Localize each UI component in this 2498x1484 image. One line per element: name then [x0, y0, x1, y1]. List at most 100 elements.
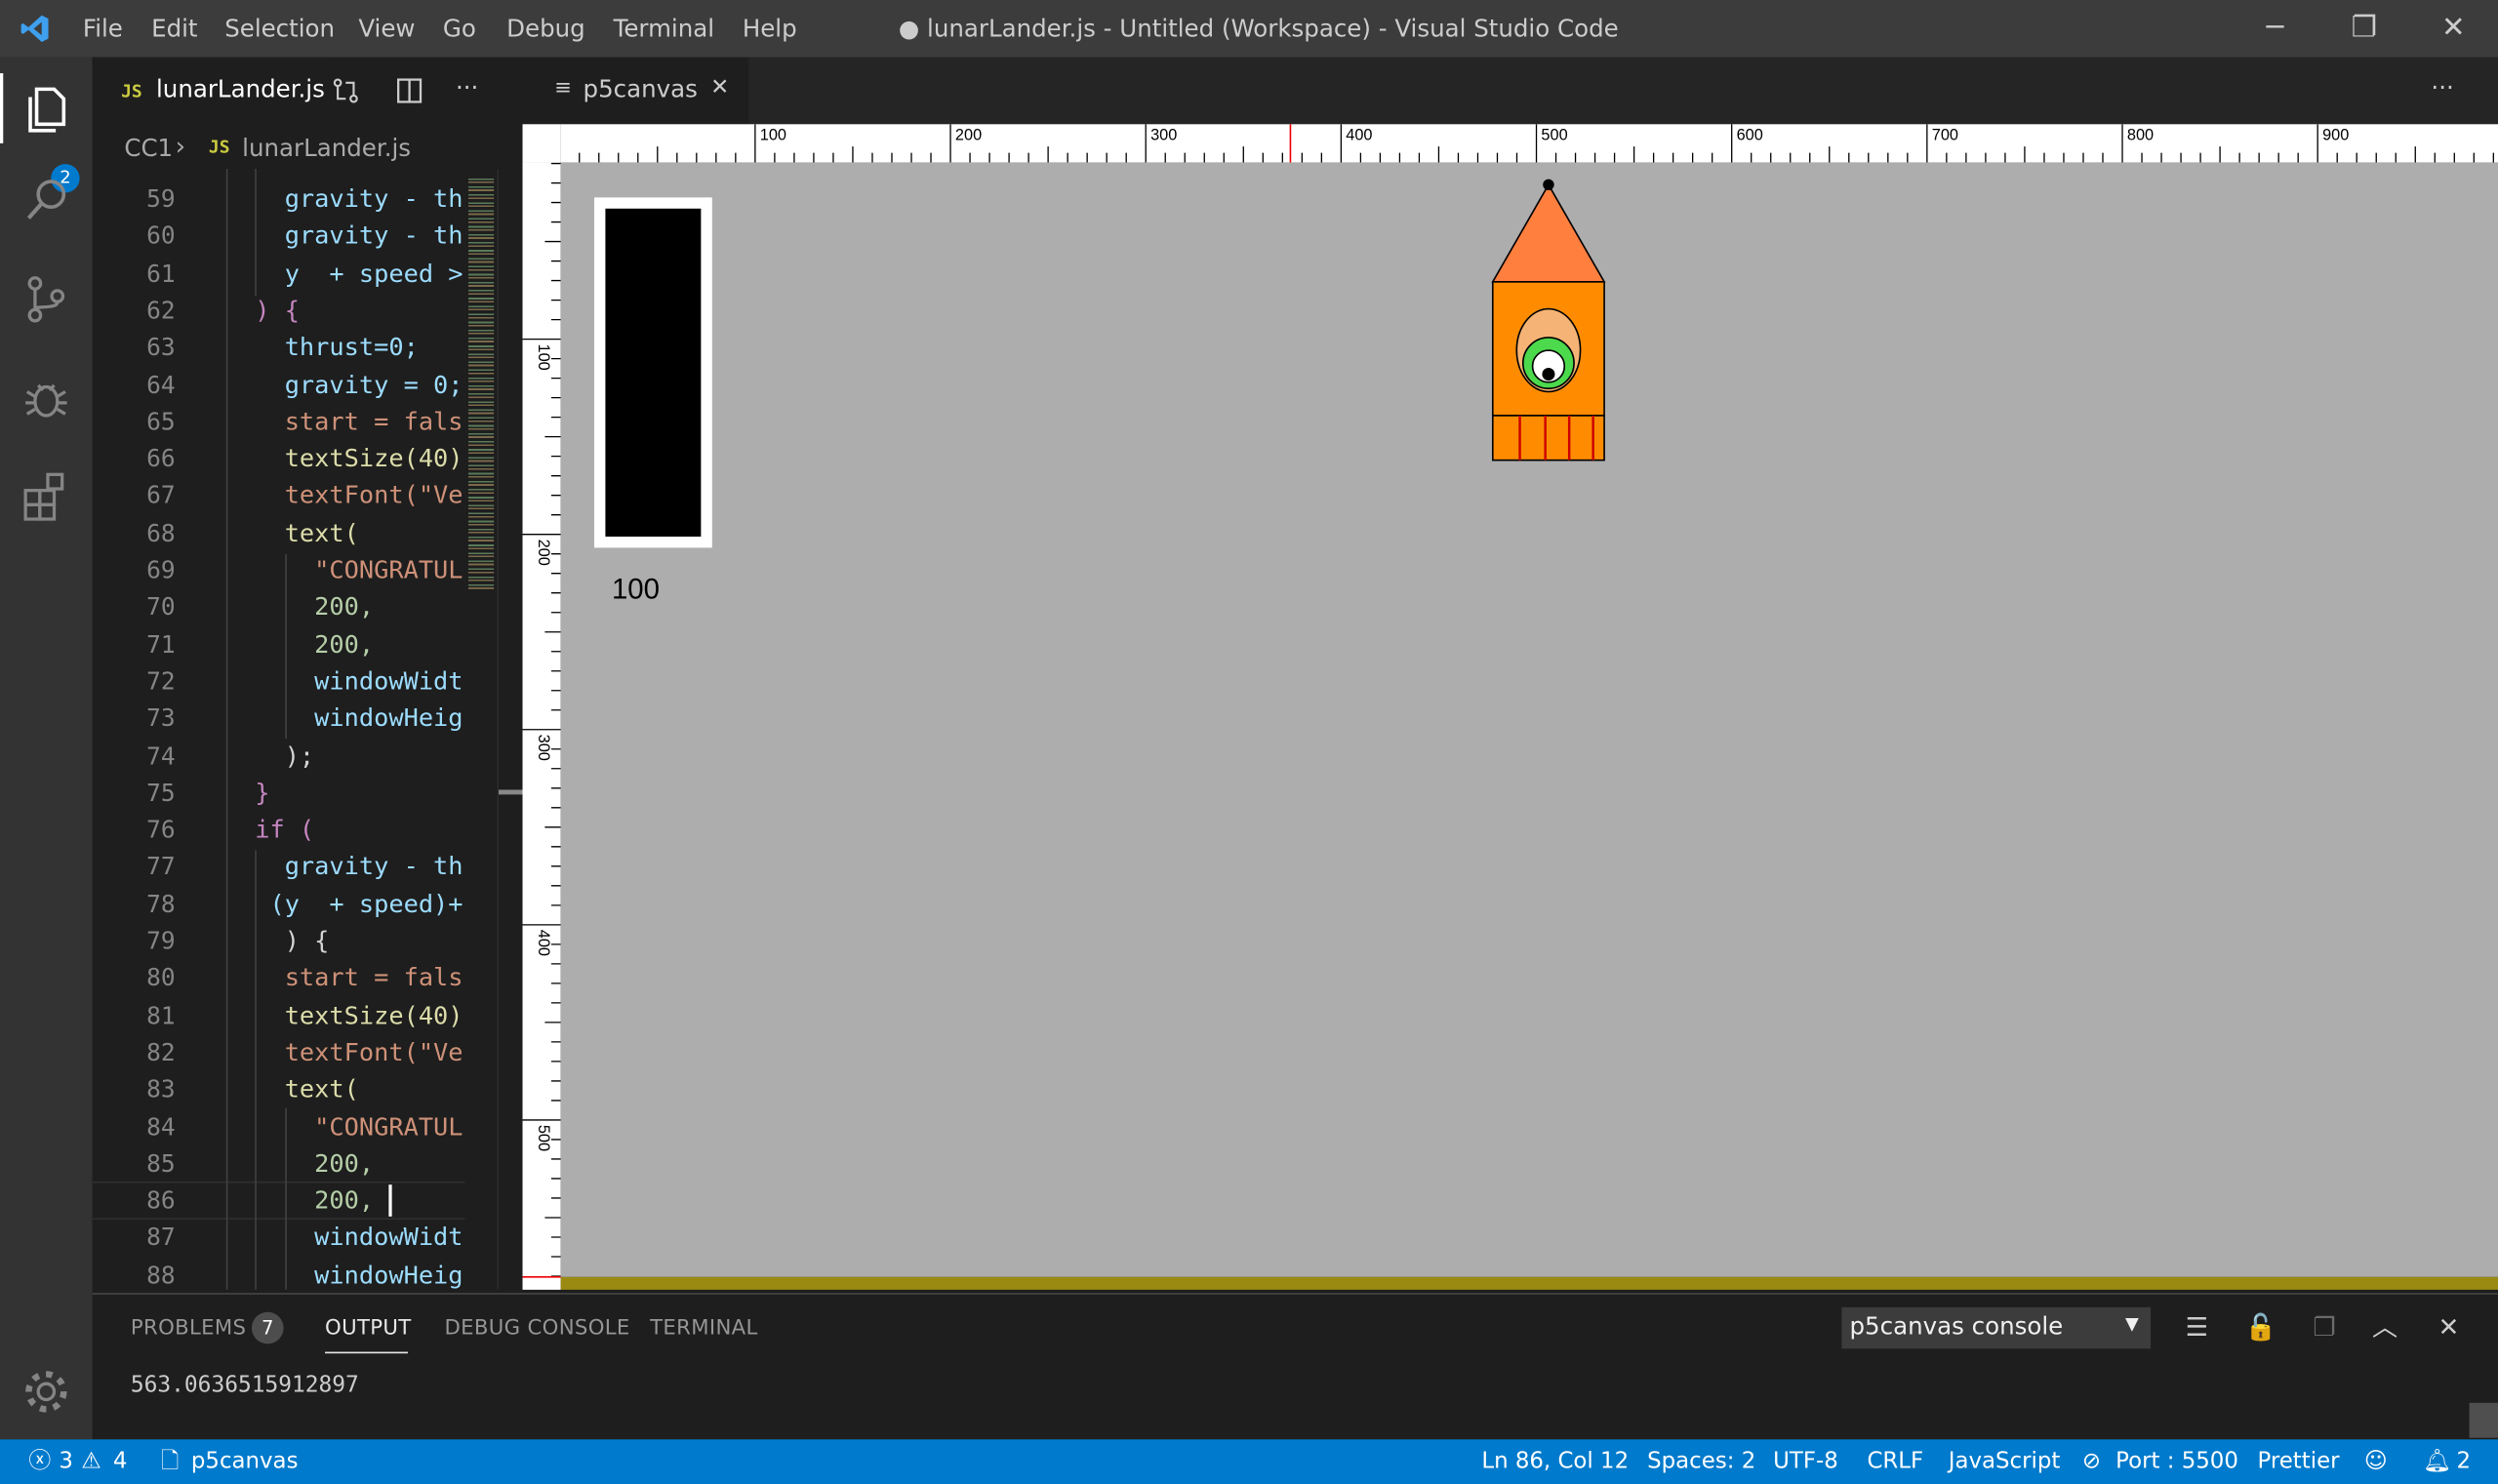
more-actions-button[interactable]: ··· — [456, 73, 478, 101]
end-of-line[interactable]: CRLF — [1867, 1439, 1923, 1484]
breadcrumb-file[interactable]: lunarLander.js — [242, 134, 411, 162]
chevron-right-icon: › — [175, 130, 186, 161]
more-actions-button[interactable]: ··· — [2431, 73, 2453, 101]
lander-antenna — [1543, 179, 1554, 191]
restore-button[interactable]: ❐ — [2327, 0, 2400, 58]
line-number: 81 — [146, 1000, 176, 1030]
code-line: gravity - th — [255, 221, 463, 251]
ruler-label: 100 — [760, 127, 786, 144]
js-file-icon: JS — [121, 81, 142, 102]
panel-scrollbar-thumb[interactable] — [2469, 1402, 2498, 1438]
output-text: 563.0636515912897 — [130, 1372, 359, 1398]
preview-icon: ≡ — [554, 76, 572, 100]
maximize-panel-icon[interactable]: ︿ — [2364, 1307, 2405, 1348]
feedback-smiley-icon[interactable]: ☺ — [2364, 1439, 2388, 1484]
debug-icon[interactable] — [15, 366, 78, 429]
encoding[interactable]: UTF-8 — [1773, 1439, 1838, 1484]
warnings-icon[interactable]: ⚠ — [81, 1439, 101, 1484]
extensions-icon[interactable] — [15, 465, 78, 529]
tab-terminal[interactable]: TERMINAL — [650, 1317, 758, 1341]
tab-debug-console[interactable]: DEBUG CONSOLE — [445, 1317, 630, 1341]
warnings-count[interactable]: 4 — [113, 1439, 128, 1484]
line-number: 75 — [146, 778, 176, 808]
breadcrumb-folder[interactable]: CC1 — [124, 134, 173, 162]
menu-debug[interactable]: Debug — [506, 0, 585, 58]
open-changes-icon[interactable] — [332, 76, 360, 104]
port-icon[interactable]: ⊘ — [2082, 1439, 2101, 1484]
tab-close-button[interactable]: ✕ — [710, 75, 729, 100]
code-line: gravity - th — [255, 184, 463, 214]
lunar-lander — [1491, 179, 1606, 461]
code-line: 200, — [255, 592, 375, 622]
files-icon[interactable] — [15, 76, 78, 140]
menu-file[interactable]: File — [83, 0, 123, 58]
scrollbar-thumb[interactable] — [499, 789, 525, 795]
tab-label: p5canvas — [583, 74, 698, 104]
line-number: 70 — [146, 592, 176, 622]
line-number: 77 — [146, 852, 176, 882]
lock-scroll-icon[interactable]: 🔓 — [2240, 1307, 2281, 1348]
code-line: } — [255, 778, 270, 808]
clear-output-icon[interactable]: ☰ — [2176, 1307, 2217, 1348]
p5-canvas[interactable]: 100 — [560, 162, 2498, 1277]
live-server-port[interactable]: Port : 5500 — [2115, 1439, 2238, 1484]
code-line: gravity - th — [255, 852, 463, 882]
ruler-label: 500 — [535, 1125, 552, 1151]
settings-gear-icon[interactable] — [15, 1360, 78, 1424]
minimize-button[interactable]: ─ — [2238, 0, 2312, 58]
tab-problems[interactable]: PROBLEMS — [131, 1317, 246, 1341]
search-icon[interactable] — [15, 169, 78, 232]
editor-scrollbar[interactable] — [497, 168, 525, 1290]
right-editor-tabs: ≡ p5canvas ✕ ··· — [522, 57, 2498, 125]
close-panel-icon[interactable]: ✕ — [2428, 1307, 2469, 1348]
line-number: 84 — [146, 1111, 176, 1142]
menu-edit[interactable]: Edit — [151, 0, 197, 58]
bell-icon[interactable]: 🔔︎ — [2423, 1439, 2451, 1484]
p5-status[interactable]: p5canvas — [191, 1439, 299, 1484]
line-number: 67 — [146, 481, 176, 510]
tab-lunarlander-js[interactable]: JS lunarLander.js — [92, 57, 329, 125]
code-line: ) { — [255, 296, 300, 325]
line-number: 60 — [146, 221, 176, 251]
menu-help[interactable]: Help — [743, 0, 797, 58]
code-line: windowHeig — [255, 703, 463, 734]
open-log-icon[interactable]: ❐ — [2304, 1307, 2345, 1348]
menu-terminal[interactable]: Terminal — [614, 0, 715, 58]
code-line: windowWidt — [255, 1223, 463, 1253]
errors-count[interactable]: 3 — [59, 1439, 73, 1484]
eye-pupil — [1542, 367, 1555, 381]
file-icon: 🗋 — [160, 1449, 180, 1475]
code-line: 200, — [255, 1185, 389, 1216]
line-number: 79 — [146, 926, 176, 956]
line-number: 88 — [146, 1261, 176, 1290]
tab-output[interactable]: OUTPUT — [325, 1317, 411, 1341]
menu-selection[interactable]: Selection — [224, 0, 335, 58]
line-number: 85 — [146, 1148, 176, 1179]
code-line: if ( — [255, 815, 315, 845]
menu-go[interactable]: Go — [443, 0, 476, 58]
menu-view[interactable]: View — [358, 0, 415, 58]
errors-icon[interactable]: ⓧ — [28, 1439, 51, 1484]
ruler-label: 400 — [1346, 127, 1372, 144]
prettier-status[interactable]: Prettier — [2257, 1439, 2339, 1484]
close-window-button[interactable]: ✕ — [2417, 0, 2490, 58]
code-line: y + speed > — [255, 259, 463, 288]
line-number: 73 — [146, 703, 176, 734]
source-control-icon[interactable] — [15, 267, 78, 331]
minimap[interactable] — [464, 168, 498, 1290]
status-bar: ⓧ 3 ⚠ 4 🗋 p5canvas Ln 86, Col 12 Spaces:… — [0, 1439, 2498, 1484]
notifications-count[interactable]: 2 — [2457, 1439, 2472, 1484]
code-editor[interactable]: 59 gravity - th 60 gravity - th 61 y + spe… — [92, 168, 465, 1290]
cursor-position[interactable]: Ln 86, Col 12 — [1481, 1439, 1629, 1484]
ruler-corner — [522, 124, 561, 163]
language-mode[interactable]: JavaScript — [1949, 1439, 2061, 1484]
tab-p5canvas[interactable]: ≡ p5canvas ✕ — [522, 57, 749, 125]
code-line: "CONGRATUL — [255, 555, 463, 584]
ruler-label: 300 — [1150, 127, 1177, 144]
split-editor-icon[interactable] — [395, 76, 423, 104]
output-channel-select[interactable]: p5canvas console ▼ — [1841, 1306, 2152, 1349]
line-number: 71 — [146, 629, 176, 659]
problems-count-badge: 7 — [251, 1311, 284, 1344]
code-line: thrust=0; — [255, 333, 419, 362]
indentation[interactable]: Spaces: 2 — [1647, 1439, 1755, 1484]
